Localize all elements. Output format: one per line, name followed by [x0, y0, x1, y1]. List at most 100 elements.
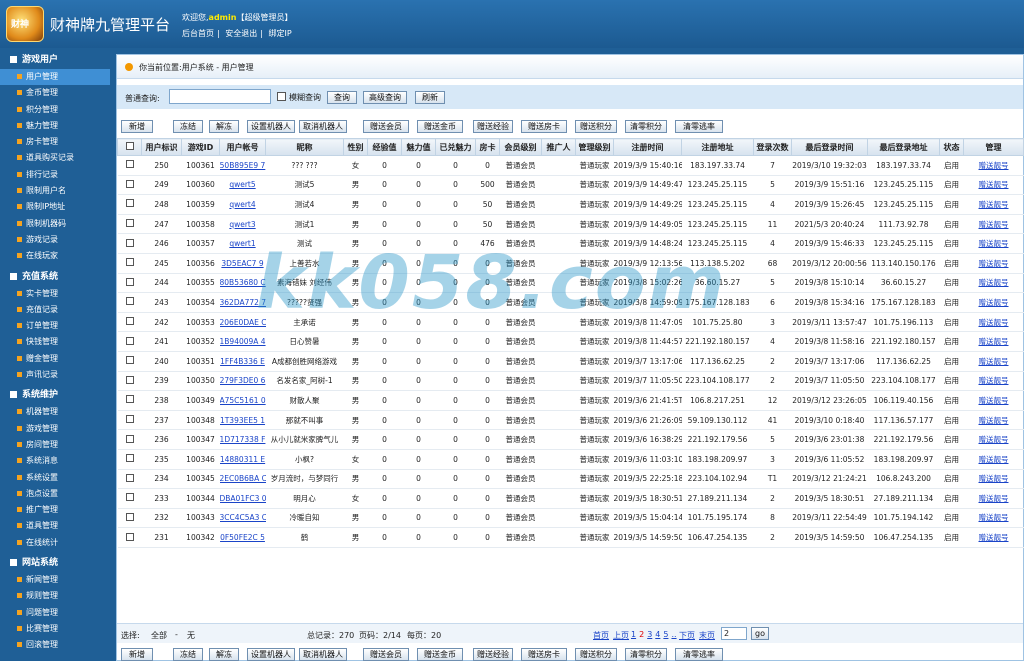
account-link[interactable]: A75C5161 0	[219, 390, 266, 411]
sidebar-group-2[interactable]: 系统维护	[0, 386, 110, 404]
gift-number-link[interactable]: 赠送靓号	[963, 371, 1024, 392]
fuzzy-search-checkbox[interactable]	[277, 92, 286, 101]
row-select-cell[interactable]	[117, 508, 142, 529]
row-select-cell[interactable]	[117, 351, 142, 372]
gift-number-link[interactable]: 赠送靓号	[963, 312, 1024, 333]
clear-points-button[interactable]: 清零积分	[625, 648, 667, 661]
gift-number-link[interactable]: 赠送靓号	[963, 292, 1024, 313]
sidebar-item[interactable]: 比赛管理	[0, 621, 110, 637]
clear-points-button[interactable]: 清零积分	[625, 120, 667, 133]
logout-link[interactable]: 安全退出	[225, 29, 257, 38]
row-select-cell[interactable]	[117, 253, 142, 274]
row-select-cell[interactable]	[117, 527, 142, 548]
add-button[interactable]: 新增	[121, 648, 153, 661]
row-select-cell[interactable]	[117, 233, 142, 254]
gift-number-link[interactable]: 赠送靓号	[963, 273, 1024, 294]
refresh-button[interactable]: 刷新	[415, 91, 445, 104]
gift-gold-button[interactable]: 赠送金币	[417, 648, 463, 661]
account-link[interactable]: 279F3DE0 6	[219, 371, 266, 392]
select-all-link[interactable]: 全部	[151, 630, 167, 641]
first-page-link[interactable]: 首页	[593, 630, 609, 641]
row-checkbox[interactable]	[125, 258, 134, 267]
gift-number-link[interactable]: 赠送靓号	[963, 351, 1024, 372]
gift-vip-button[interactable]: 赠送会员	[363, 648, 409, 661]
row-select-cell[interactable]	[117, 292, 142, 313]
row-select-cell[interactable]	[117, 371, 142, 392]
sidebar-item[interactable]: 新闻管理	[0, 572, 110, 588]
row-checkbox[interactable]	[125, 512, 134, 521]
sidebar-item[interactable]: 充值记录	[0, 302, 110, 318]
gift-vip-button[interactable]: 赠送会员	[363, 120, 409, 133]
page-number-link[interactable]: 1	[631, 630, 636, 639]
gift-number-link[interactable]: 赠送靓号	[963, 410, 1024, 431]
row-select-cell[interactable]	[117, 312, 142, 333]
gift-number-link[interactable]: 赠送靓号	[963, 527, 1024, 548]
sidebar-item[interactable]: 机器管理	[0, 404, 110, 420]
row-checkbox[interactable]	[125, 356, 134, 365]
select-all-checkbox-header[interactable]	[117, 138, 142, 156]
clear-escape-button[interactable]: 清零逃率	[675, 120, 723, 133]
account-link[interactable]: qwert4	[219, 194, 266, 215]
sidebar-item[interactable]: 限制机器码	[0, 216, 110, 232]
sidebar-item[interactable]: 积分管理	[0, 102, 110, 118]
sidebar-group-0[interactable]: 游戏用户	[0, 51, 110, 69]
sidebar-item[interactable]: 限制用户名	[0, 183, 110, 199]
page-number-link[interactable]: 3	[647, 630, 652, 639]
bind-ip-link[interactable]: 绑定IP	[269, 29, 292, 38]
gift-roomcard-button[interactable]: 赠送房卡	[521, 120, 567, 133]
sidebar-item[interactable]: 系统设置	[0, 470, 110, 486]
prev-page-link[interactable]: 上页	[613, 630, 629, 641]
clear-escape-button[interactable]: 清零逃率	[675, 648, 723, 661]
goto-page-input[interactable]: 2	[721, 627, 747, 640]
row-checkbox[interactable]	[125, 375, 134, 384]
page-number-link[interactable]: 4	[655, 630, 660, 639]
advanced-query-button[interactable]: 高级查询	[363, 91, 407, 104]
gift-exp-button[interactable]: 赠送经验	[473, 120, 513, 133]
sidebar-item[interactable]: 在线玩家	[0, 248, 110, 264]
row-select-cell[interactable]	[117, 155, 142, 176]
gift-points-button[interactable]: 赠送积分	[575, 120, 617, 133]
account-link[interactable]: qwert1	[219, 233, 266, 254]
sidebar-item[interactable]: 实卡管理	[0, 286, 110, 302]
sidebar-item[interactable]: 道具管理	[0, 518, 110, 534]
sidebar-group-1[interactable]: 充值系统	[0, 268, 110, 286]
sidebar-item[interactable]: 规则管理	[0, 588, 110, 604]
sidebar-item[interactable]: 推广管理	[0, 502, 110, 518]
home-link[interactable]: 后台首页	[182, 29, 214, 38]
gift-number-link[interactable]: 赠送靓号	[963, 155, 1024, 176]
row-checkbox[interactable]	[125, 317, 134, 326]
row-checkbox[interactable]	[125, 160, 134, 169]
gift-number-link[interactable]: 赠送靓号	[963, 449, 1024, 470]
account-link[interactable]: 3D5EAC7 9	[219, 253, 266, 274]
gift-number-link[interactable]: 赠送靓号	[963, 429, 1024, 450]
sidebar-item[interactable]: 排行记录	[0, 167, 110, 183]
row-checkbox[interactable]	[125, 336, 134, 345]
set-robot-button[interactable]: 设置机器人	[247, 648, 295, 661]
account-link[interactable]: 1B94009A 4	[219, 331, 266, 352]
row-checkbox[interactable]	[125, 395, 134, 404]
row-select-cell[interactable]	[117, 488, 142, 509]
sidebar-item[interactable]: 系统消息	[0, 453, 110, 469]
row-select-cell[interactable]	[117, 194, 142, 215]
row-select-cell[interactable]	[117, 429, 142, 450]
row-checkbox[interactable]	[125, 473, 134, 482]
row-checkbox[interactable]	[125, 532, 134, 541]
row-checkbox[interactable]	[125, 277, 134, 286]
sidebar-item[interactable]: 房间管理	[0, 437, 110, 453]
gift-number-link[interactable]: 赠送靓号	[963, 331, 1024, 352]
row-select-cell[interactable]	[117, 390, 142, 411]
account-link[interactable]: 3CC4C5A3 C	[219, 508, 266, 529]
account-link[interactable]: 80B53680 C	[219, 273, 266, 294]
go-button[interactable]: go	[751, 627, 769, 640]
row-checkbox[interactable]	[125, 454, 134, 463]
sidebar-item[interactable]: 赠金管理	[0, 351, 110, 367]
row-select-cell[interactable]	[117, 331, 142, 352]
row-select-cell[interactable]	[117, 410, 142, 431]
account-link[interactable]: 2EC0B6BA C	[219, 469, 266, 490]
account-link[interactable]: 0F50FE2C 5	[219, 527, 266, 548]
row-checkbox[interactable]	[125, 415, 134, 424]
row-select-cell[interactable]	[117, 469, 142, 490]
freeze-button[interactable]: 冻结	[173, 648, 203, 661]
row-checkbox[interactable]	[125, 238, 134, 247]
search-input[interactable]	[169, 89, 271, 104]
